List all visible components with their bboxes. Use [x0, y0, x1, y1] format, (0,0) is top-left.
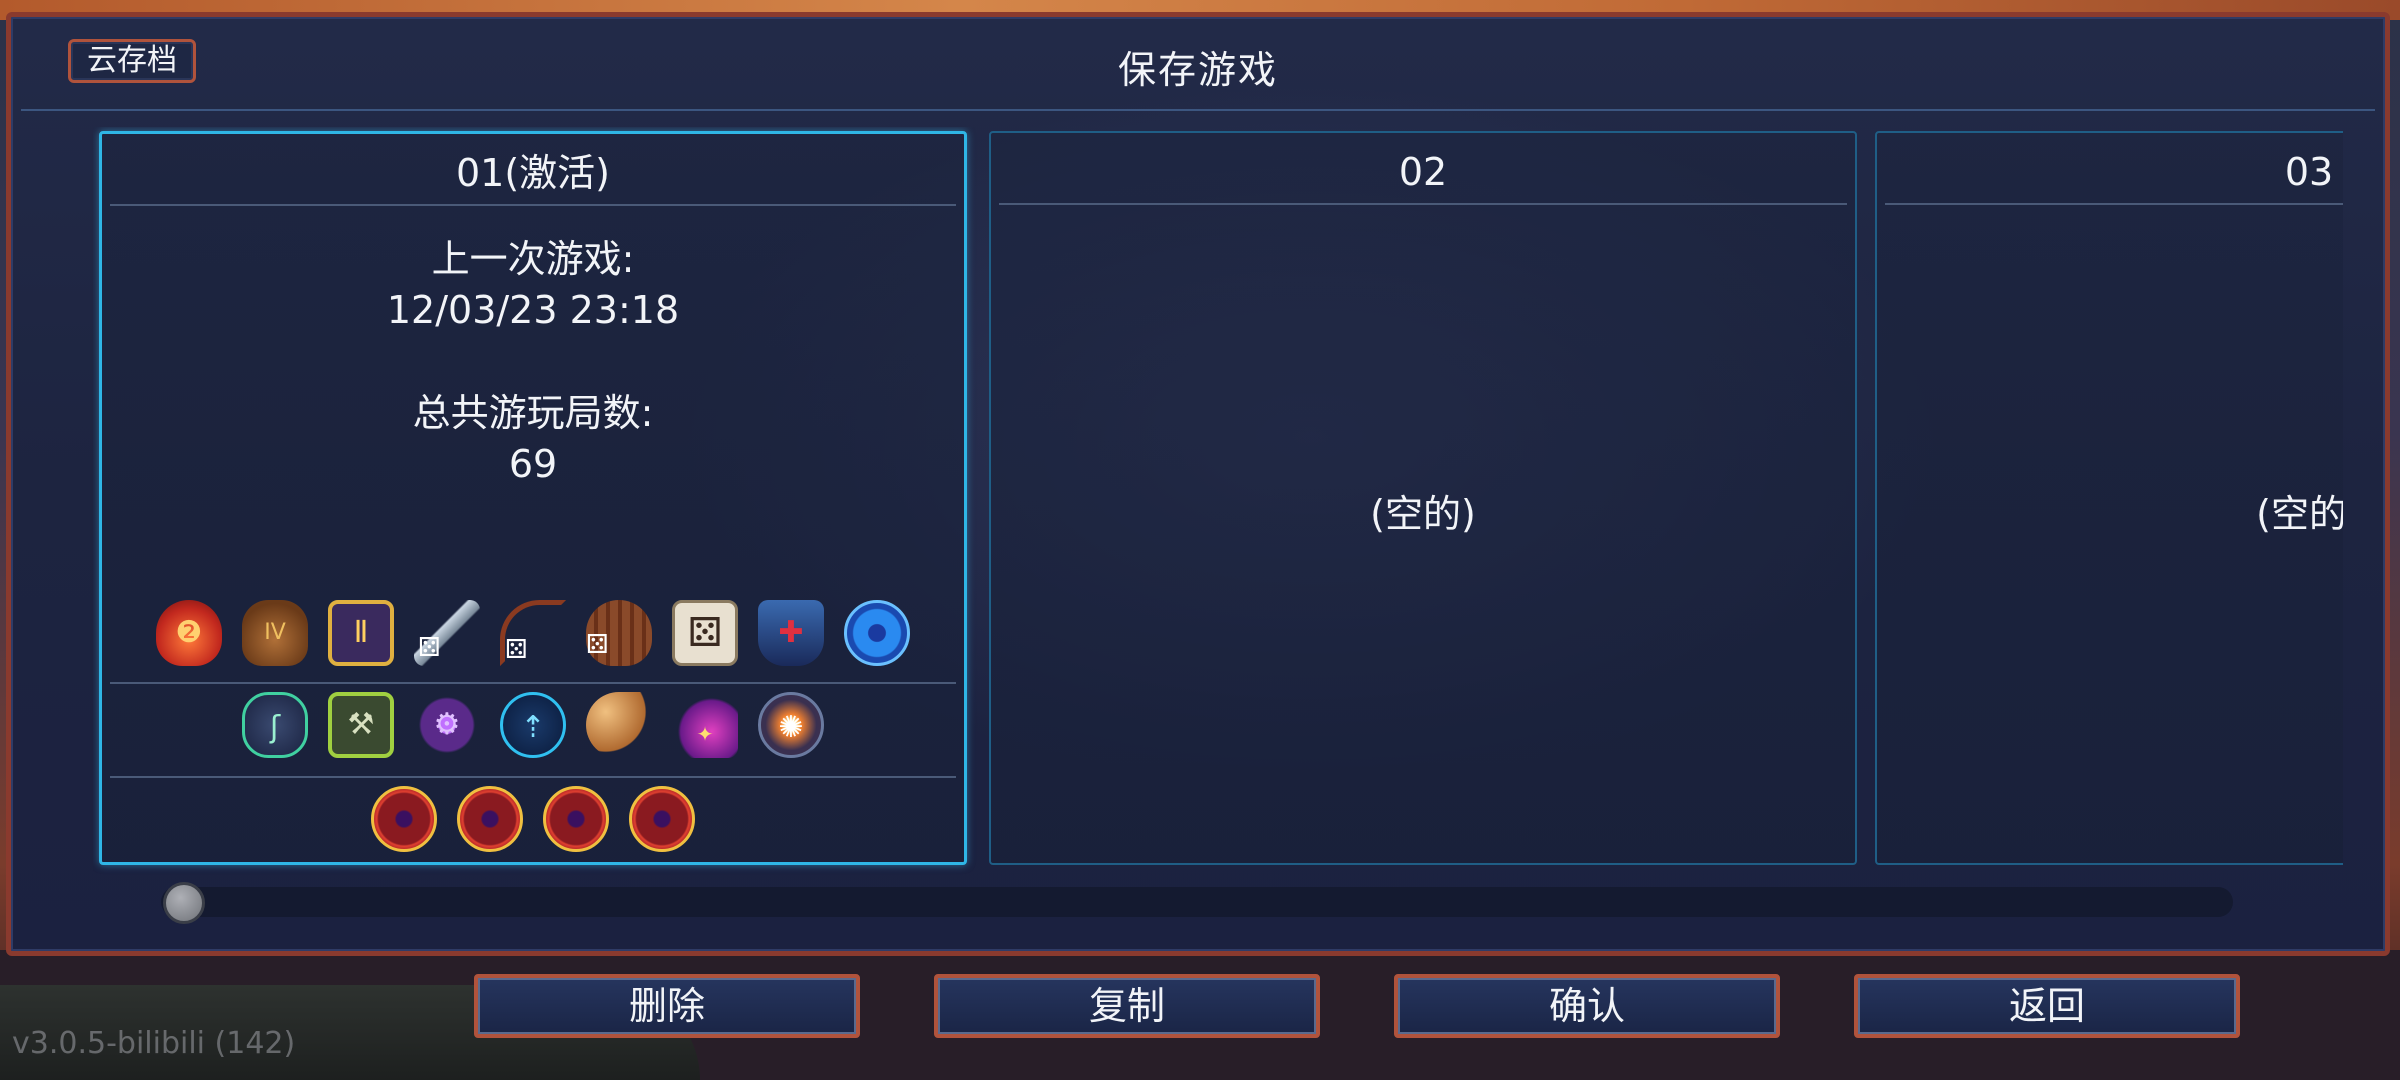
- green-rune-icon: ʃ: [242, 692, 308, 758]
- items-row-3: [110, 786, 956, 862]
- page-title: 保存游戏: [1117, 48, 1278, 92]
- items-row-2: ʃ ⚒ ⚙ ⇡ ✦ ✺: [110, 692, 956, 778]
- empty-slot-label: (空的): [1370, 492, 1476, 536]
- last-played-label: 上一次游戏:: [431, 237, 635, 281]
- slot-scrollbar[interactable]: [161, 887, 2233, 917]
- slot-header: 02: [999, 133, 1847, 205]
- total-runs-label: 总共游玩局数:: [412, 391, 654, 435]
- blue-eye-orb-icon: [844, 600, 910, 666]
- red-eye-emblem-icon: [543, 786, 609, 852]
- back-button[interactable]: 返回: [1854, 974, 2240, 1038]
- copy-button[interactable]: 复制: [934, 974, 1320, 1038]
- red-eye-emblem-icon: [371, 786, 437, 852]
- blue-teleport-icon: ⇡: [500, 692, 566, 758]
- save-slots: 01(激活) 上一次游戏: 12/03/23 23:18 总共游玩局数: 69 …: [93, 127, 2343, 877]
- shield-dice-icon: ⚄: [586, 600, 652, 666]
- red-eye-emblem-icon: [629, 786, 695, 852]
- scroll-ii-icon: Ⅱ: [328, 600, 394, 666]
- empty-slot-label: (空的): [2256, 492, 2343, 536]
- loot-bag-icon: IV: [242, 600, 308, 666]
- save-game-dialog: 保存游戏 云存档 01(激活) 上一次游戏: 12/03/23 23:18 总共…: [6, 12, 2390, 956]
- last-played-value: 12/03/23 23:18: [386, 288, 680, 332]
- version-label: v3.0.5-bilibili (142): [12, 1026, 296, 1061]
- bow-dice-icon: ⚄: [500, 600, 566, 666]
- save-slot-01[interactable]: 01(激活) 上一次游戏: 12/03/23 23:18 总共游玩局数: 69 …: [99, 131, 967, 865]
- delete-button[interactable]: 删除: [474, 974, 860, 1038]
- cloud-save-button[interactable]: 云存档: [68, 39, 196, 83]
- save-slot-02[interactable]: 02 (空的): [989, 131, 1857, 865]
- slot-header: 03: [1885, 133, 2343, 205]
- purple-gear-icon: ⚙: [414, 692, 480, 758]
- confirm-button[interactable]: 确认: [1394, 974, 1780, 1038]
- save-slot-03[interactable]: 03 (空的): [1875, 131, 2343, 865]
- red-potion-icon: ❷: [156, 600, 222, 666]
- dark-shield-icon: ✚: [758, 600, 824, 666]
- dialog-title-bar: 保存游戏: [21, 17, 2375, 111]
- purple-comet-icon: ✦: [672, 692, 738, 758]
- scrollbar-thumb[interactable]: [163, 882, 205, 924]
- red-eye-emblem-icon: [457, 786, 523, 852]
- dice-icon: ⚄: [672, 600, 738, 666]
- items-row-1: ❷ IV Ⅱ ⚄ ⚄ ⚄ ⚄ ✚: [110, 600, 956, 684]
- slot-header: 01(激活): [110, 134, 956, 206]
- total-runs-value: 69: [508, 442, 558, 486]
- horn-icon: [586, 692, 652, 758]
- spark-orb-icon: ✺: [758, 692, 824, 758]
- wrench-rune-icon: ⚒: [328, 692, 394, 758]
- sword-dice-icon: ⚄: [414, 600, 480, 666]
